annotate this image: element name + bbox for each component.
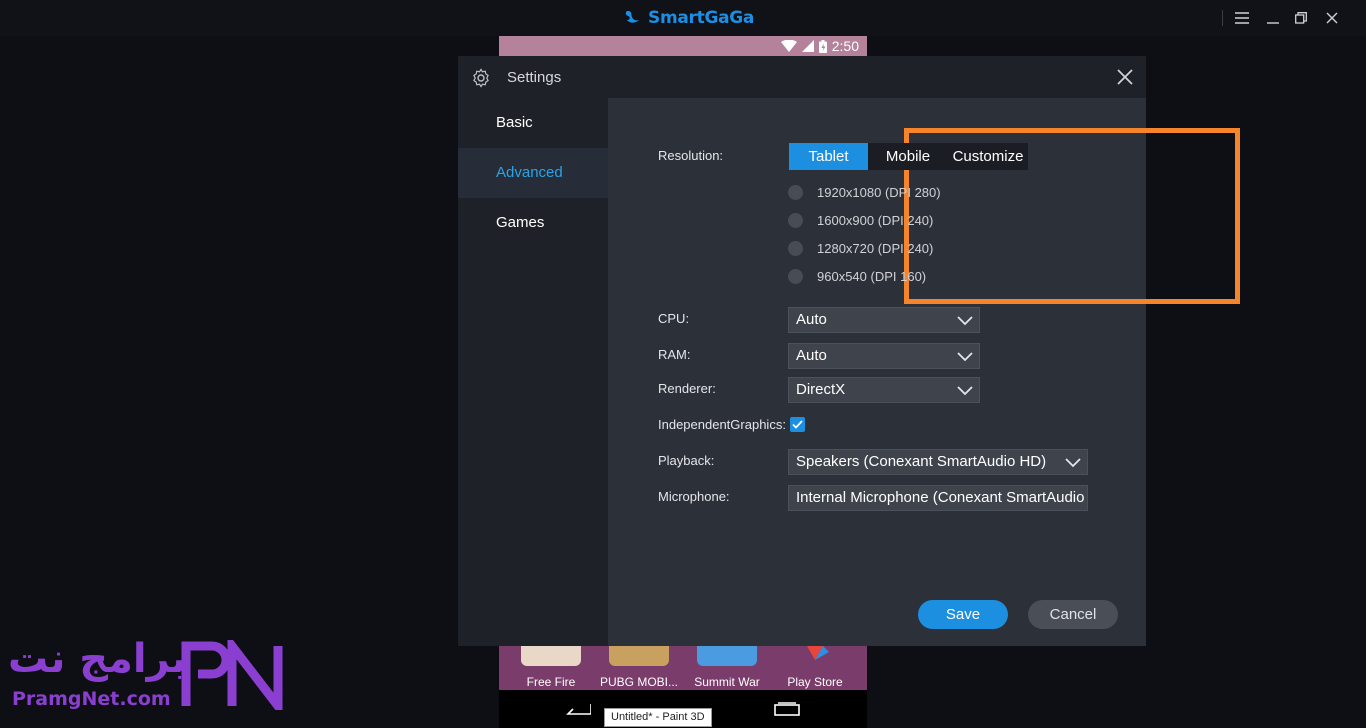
- radio-button[interactable]: [788, 212, 803, 228]
- titlebar-divider: [1222, 10, 1223, 26]
- sidebar-item-basic[interactable]: Basic: [458, 98, 608, 148]
- swan-logo-icon: [625, 11, 639, 23]
- pubg-icon: [609, 646, 669, 666]
- sidebar-item-advanced[interactable]: Advanced: [458, 148, 608, 198]
- ram-select[interactable]: Auto: [788, 343, 980, 369]
- chevron-down-icon: [957, 316, 973, 326]
- hamburger-icon: [1235, 12, 1249, 24]
- renderer-select[interactable]: DirectX: [788, 377, 980, 403]
- dialog-header: Settings: [458, 56, 1146, 98]
- app-title: SmartGaGa: [622, 6, 754, 30]
- dialog-title: Settings: [507, 69, 562, 86]
- signal-icon: [801, 40, 814, 52]
- independent-graphics-checkbox[interactable]: [790, 417, 805, 432]
- restore-button[interactable]: [1291, 8, 1311, 28]
- free-fire-icon: [521, 646, 581, 666]
- pn-logo-icon: [181, 640, 283, 710]
- resolution-option[interactable]: 1920x1080 (DPI 280): [788, 182, 941, 202]
- renderer-label: Renderer:: [658, 381, 716, 396]
- watermark-arabic-text: برامج نت: [8, 636, 187, 682]
- app-name: SmartGaGa: [648, 8, 755, 28]
- resolution-option[interactable]: 960x540 (DPI 160): [788, 266, 926, 286]
- dialog-close-icon[interactable]: [1116, 68, 1134, 86]
- resolution-option[interactable]: 1600x900 (DPI 240): [788, 210, 933, 230]
- cpu-label: CPU:: [658, 311, 690, 326]
- app-play-store[interactable]: Play Store: [770, 646, 860, 690]
- android-home-strip: Free Fire PUBG MOBI... Summit War Play S…: [499, 646, 867, 690]
- radio-button[interactable]: [788, 268, 803, 284]
- chevron-down-icon: [957, 352, 973, 362]
- summit-war-icon: [697, 646, 757, 666]
- microphone-label: Microphone:: [658, 489, 730, 504]
- tab-customize[interactable]: Customize: [948, 143, 1028, 170]
- save-button[interactable]: Save: [918, 600, 1008, 629]
- ram-label: RAM:: [658, 347, 691, 362]
- restore-icon: [1295, 12, 1307, 24]
- taskbar-tooltip: Untitled* - Paint 3D: [604, 708, 712, 727]
- recents-nav-icon[interactable]: [774, 702, 800, 716]
- sidebar-item-games[interactable]: Games: [458, 198, 608, 248]
- close-window-button[interactable]: [1322, 8, 1342, 28]
- minimize-icon: [1267, 22, 1279, 24]
- resolution-label: Resolution:: [658, 148, 724, 163]
- independent-graphics-label: IndependentGraphics:: [658, 417, 786, 432]
- status-time: 2:50: [831, 38, 859, 54]
- status-icons: 2:50: [780, 38, 859, 54]
- watermark-url: PramgNet.com: [12, 688, 171, 710]
- play-store-icon: [785, 646, 845, 666]
- gear-icon: [473, 68, 489, 88]
- tab-mobile[interactable]: Mobile: [868, 143, 948, 170]
- tab-tablet[interactable]: Tablet: [789, 143, 868, 170]
- chevron-down-icon: [1065, 458, 1081, 468]
- playback-select[interactable]: Speakers (Conexant SmartAudio HD): [788, 449, 1088, 475]
- settings-sidebar: Basic Advanced Games: [458, 98, 608, 646]
- android-status-bar: 2:50: [499, 36, 867, 56]
- playback-label: Playback:: [658, 453, 715, 468]
- advanced-settings-panel: Resolution: Tablet Mobile Customize 1920…: [608, 98, 1240, 646]
- app-pubg[interactable]: PUBG MOBI...: [594, 646, 684, 690]
- microphone-select[interactable]: Internal Microphone (Conexant SmartAudio…: [788, 485, 1088, 511]
- settings-dialog: Settings Basic Advanced Games Resolution…: [458, 56, 1240, 646]
- back-nav-icon[interactable]: [565, 702, 591, 716]
- menu-button[interactable]: [1232, 8, 1252, 28]
- app-free-fire[interactable]: Free Fire: [506, 646, 596, 690]
- radio-button[interactable]: [788, 184, 803, 200]
- resolution-option[interactable]: 1280x720 (DPI 240): [788, 238, 933, 258]
- wifi-icon: [780, 40, 797, 52]
- radio-button[interactable]: [788, 240, 803, 256]
- cpu-select[interactable]: Auto: [788, 307, 980, 333]
- minimize-button[interactable]: [1263, 8, 1283, 28]
- checkmark-icon: [792, 420, 803, 429]
- cancel-button[interactable]: Cancel: [1028, 600, 1118, 629]
- close-icon: [1326, 12, 1338, 24]
- battery-icon: [818, 39, 827, 53]
- title-bar: SmartGaGa: [0, 0, 1366, 36]
- app-summit-war[interactable]: Summit War: [682, 646, 772, 690]
- watermark: برامج نت PramgNet.com: [8, 636, 293, 720]
- chevron-down-icon: [957, 386, 973, 396]
